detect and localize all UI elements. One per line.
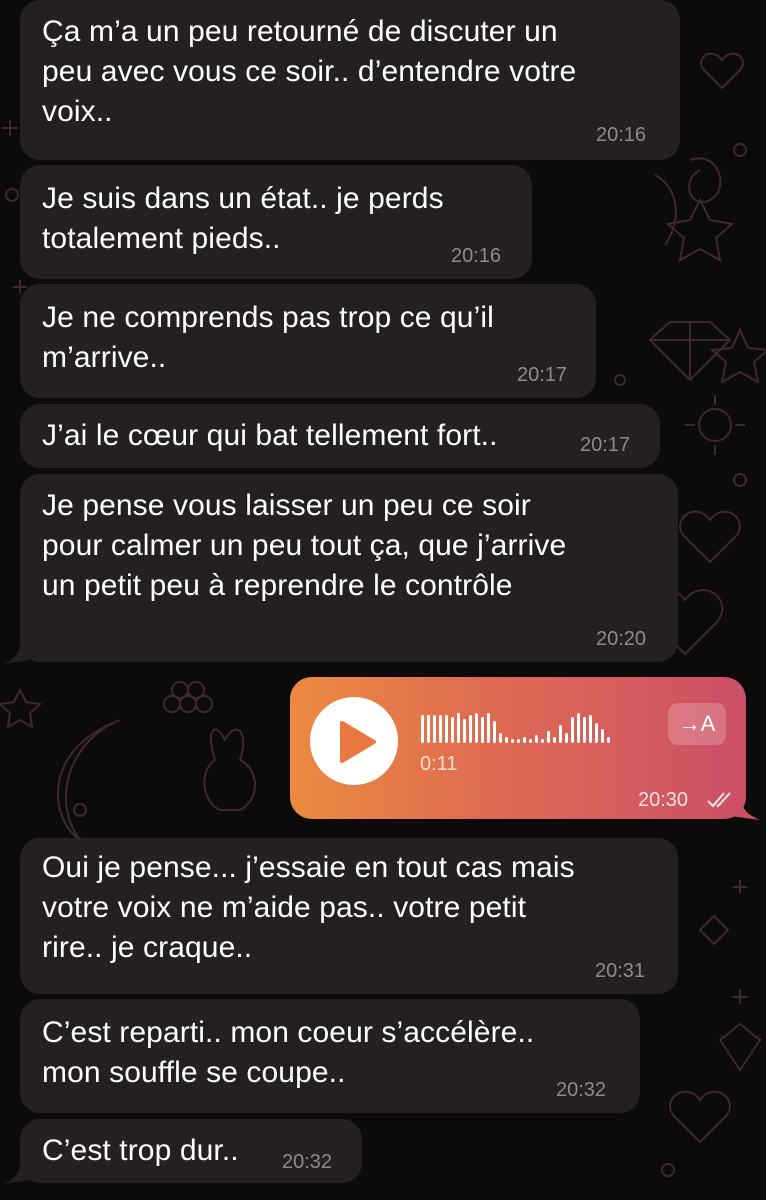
incoming-message[interactable]: Je pense vous laisser un peu ce soir pou… (20, 474, 678, 662)
message-timestamp: 20:20 (596, 628, 647, 650)
message-text: C’est reparti.. mon coeur s’accélère.. m… (42, 1016, 535, 1089)
voice-duration: 0:11 (420, 753, 458, 775)
incoming-message[interactable]: Je suis dans un état.. je perds totaleme… (20, 165, 532, 279)
incoming-message[interactable]: C’est trop dur.. 20:32 (20, 1119, 362, 1183)
double-check-icon (707, 792, 731, 808)
transcribe-button[interactable]: →A (668, 703, 726, 745)
message-timestamp: 20:30 (638, 789, 689, 811)
message-timestamp: 20:16 (596, 124, 647, 146)
play-icon (340, 721, 376, 763)
message-timestamp: 20:32 (282, 1151, 333, 1173)
play-button[interactable] (310, 697, 398, 785)
outgoing-voice-message[interactable]: 0:11 →A 20:30 (290, 677, 746, 819)
message-timestamp: 20:17 (580, 434, 631, 456)
incoming-message[interactable]: Ça m’a un peu retourné de discuter un pe… (20, 0, 680, 160)
message-text: Ça m’a un peu retourné de discuter un pe… (42, 15, 577, 128)
message-timestamp: 20:32 (556, 1079, 607, 1101)
voice-waveform[interactable] (421, 711, 641, 745)
incoming-message[interactable]: C’est reparti.. mon coeur s’accélère.. m… (20, 999, 640, 1113)
message-text: Oui je pense... j’essaie en tout cas mai… (42, 851, 575, 964)
message-timestamp: 20:31 (595, 960, 646, 982)
message-timestamp: 20:17 (517, 364, 568, 386)
incoming-message[interactable]: J’ai le cœur qui bat tellement fort.. 20… (20, 404, 660, 468)
message-text: C’est trop dur.. (42, 1134, 239, 1167)
message-text: J’ai le cœur qui bat tellement fort.. (42, 419, 498, 452)
message-text: Je ne comprends pas trop ce qu’il m’arri… (42, 301, 494, 374)
incoming-message[interactable]: Je ne comprends pas trop ce qu’il m’arri… (20, 284, 596, 398)
message-text: Je pense vous laisser un peu ce soir pou… (42, 489, 567, 602)
incoming-message[interactable]: Oui je pense... j’essaie en tout cas mai… (20, 838, 678, 994)
message-timestamp: 20:16 (451, 245, 502, 267)
message-text: Je suis dans un état.. je perds totaleme… (42, 182, 444, 255)
